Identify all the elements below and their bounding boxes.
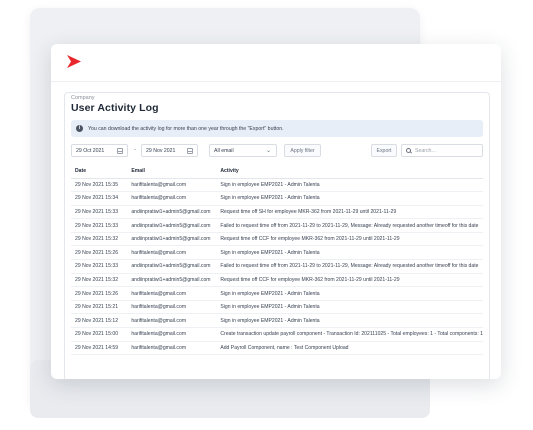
- row-email: andiinpratiwi1+admin5@gmail.com: [127, 232, 217, 247]
- row-activity: Failed to request time off from 2021-11-…: [216, 259, 483, 274]
- row-activity: Sign in employee EMP2021 - Admin Talenta: [216, 191, 483, 206]
- row-activity: Request time off SH for employee MKR-362…: [216, 205, 483, 220]
- row-activity: Sign in employee EMP2021 - Admin Talenta: [216, 245, 483, 261]
- row-date: 29 Nov 2021 15:21: [71, 300, 128, 315]
- info-banner: i You can download the activity log for …: [71, 120, 483, 137]
- table-row[interactable]: 29 Nov 2021 15:35 harifitalenta@gmail.com…: [71, 178, 483, 193]
- table-row[interactable]: 29 Nov 2021 15:33 andiinpratiwi1+admin5@g…: [71, 218, 483, 233]
- row-activity: Sign in employee EMP2021 - Admin Talenta: [216, 300, 483, 315]
- table-row[interactable]: 29 Nov 2021 15:26 harifitalenta@gmail.com…: [71, 286, 483, 301]
- row-date: 29 Nov 2021 15:35: [71, 178, 128, 193]
- row-email: harifitalenta@gmail.com: [127, 300, 217, 315]
- apply-filter-button[interactable]: Apply filter: [284, 144, 321, 157]
- row-email: andiinpratiwi1+admin5@gmail.com: [127, 259, 217, 274]
- chevron-down-icon: ⌄: [265, 148, 271, 154]
- brand-logo-icon[interactable]: [65, 53, 83, 71]
- row-email: harifitalenta@gmail.com: [127, 245, 217, 261]
- table-row[interactable]: 29 Nov 2021 15:32 andiinpratiwi1+admin5@g…: [71, 232, 483, 247]
- row-date: 29 Nov 2021 15:26: [71, 286, 128, 301]
- start-date-input[interactable]: 29 Oct 2021: [71, 144, 128, 157]
- end-date-input[interactable]: 29 Nov 2021: [141, 144, 198, 157]
- row-email: harifitalenta@gmail.com: [127, 341, 217, 356]
- start-date-value: 29 Oct 2021: [76, 147, 105, 154]
- table-row[interactable]: 29 Nov 2021 15:34 harifitalenta@gmail.com…: [71, 191, 483, 206]
- search-placeholder: Search...: [415, 147, 436, 154]
- row-date: 29 Nov 2021 15:33: [71, 259, 128, 274]
- filter-bar: 29 Oct 2021 - 29 Nov 2021 All email ⌄ Ap…: [71, 144, 483, 158]
- table-row[interactable]: 29 Nov 2021 15:12 harifitalenta@gmail.com…: [71, 313, 483, 329]
- info-icon: i: [76, 125, 83, 132]
- table-row[interactable]: 29 Nov 2021 15:33 andiinpratiwi1+admin5@g…: [71, 259, 483, 274]
- row-activity: Sign in employee EMP2021 - Admin Talenta: [216, 178, 483, 193]
- table-row[interactable]: 29 Nov 2021 14:59 harifitalenta@gmail.com…: [71, 341, 483, 356]
- table-row[interactable]: 29 Nov 2021 15:33 andiinpratiwi1+admin5@g…: [71, 205, 483, 220]
- row-date: 29 Nov 2021 15:26: [71, 245, 128, 261]
- calendar-icon[interactable]: [117, 148, 123, 154]
- end-date-value: 29 Nov 2021: [146, 147, 176, 154]
- column-header-email: Email: [127, 165, 217, 179]
- row-date: 29 Nov 2021 15:00: [71, 327, 128, 342]
- column-header-activity: Activity: [216, 165, 483, 179]
- row-email: harifitalenta@gmail.com: [127, 327, 217, 342]
- row-activity: Failed to request time off from 2021-11-…: [216, 218, 483, 233]
- row-activity: Sign in employee EMP2021 - Admin Talenta: [216, 313, 483, 329]
- table-row[interactable]: 29 Nov 2021 15:32 andiinpratiwi1+admin5@g…: [71, 273, 483, 288]
- app-window: Company User Activity Log i You can down…: [51, 44, 501, 379]
- breadcrumb[interactable]: Company: [71, 95, 95, 101]
- email-select[interactable]: All email ⌄: [209, 144, 277, 157]
- search-icon: [406, 148, 411, 153]
- row-date: 29 Nov 2021 14:59: [71, 341, 128, 356]
- date-separator: -: [134, 147, 136, 153]
- table-row[interactable]: 29 Nov 2021 15:26 harifitalenta@gmail.com…: [71, 245, 483, 261]
- row-activity: Sign in employee EMP2021 - Admin Talenta: [216, 286, 483, 301]
- email-select-value: All email: [214, 147, 234, 154]
- column-header-date: Date: [71, 165, 128, 179]
- row-activity: Request time off CCF for employee MKR-36…: [216, 232, 483, 247]
- row-activity: Request time off CCF for employee MKR-36…: [216, 273, 483, 288]
- table-header-row: Date Email Activity: [71, 165, 483, 179]
- activity-table: Date Email Activity 29 Nov 2021 15:35 har…: [71, 165, 483, 356]
- row-activity: Add Payroll Component, name : Test Compo…: [216, 341, 483, 356]
- row-email: andiinpratiwi1+admin5@gmail.com: [127, 273, 217, 288]
- search-input[interactable]: Search...: [401, 144, 483, 157]
- export-button[interactable]: Export: [371, 144, 397, 157]
- row-date: 29 Nov 2021 15:32: [71, 232, 128, 247]
- info-text: You can download the activity log for mo…: [88, 125, 284, 132]
- row-email: andiinpratiwi1+admin5@gmail.com: [127, 205, 217, 220]
- activity-log-panel: Company User Activity Log i You can down…: [64, 92, 490, 379]
- row-email: harifitalenta@gmail.com: [127, 178, 217, 193]
- row-email: andiinpratiwi1+admin5@gmail.com: [127, 218, 217, 233]
- row-date: 29 Nov 2021 15:34: [71, 191, 128, 206]
- row-email: harifitalenta@gmail.com: [127, 313, 217, 329]
- row-date: 29 Nov 2021 15:32: [71, 273, 128, 288]
- table-row[interactable]: 29 Nov 2021 15:21 harifitalenta@gmail.com…: [71, 300, 483, 315]
- calendar-icon[interactable]: [187, 148, 193, 154]
- row-date: 29 Nov 2021 15:33: [71, 218, 128, 233]
- top-bar: [51, 44, 501, 82]
- row-email: harifitalenta@gmail.com: [127, 191, 217, 206]
- page-title: User Activity Log: [71, 102, 159, 114]
- row-email: harifitalenta@gmail.com: [127, 286, 217, 301]
- row-date: 29 Nov 2021 15:33: [71, 205, 128, 220]
- table-row[interactable]: 29 Nov 2021 15:00 harifitalenta@gmail.com…: [71, 327, 483, 342]
- row-activity: Create transaction update payroll compon…: [216, 327, 483, 342]
- row-date: 29 Nov 2021 15:12: [71, 313, 128, 329]
